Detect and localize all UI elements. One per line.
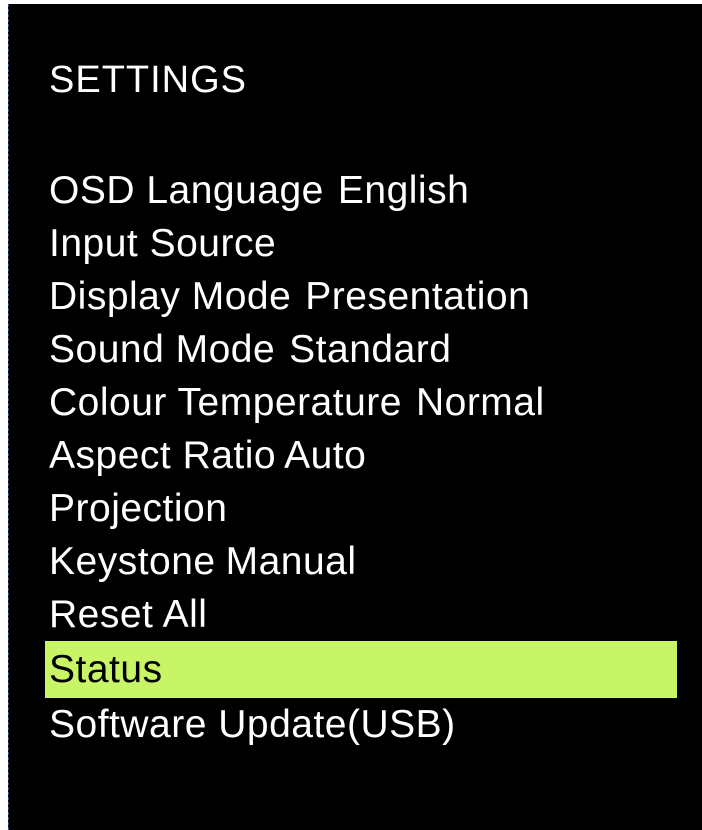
menu-item-status[interactable]: Status [45,641,677,698]
menu-item-label: Sound Mode [49,328,276,371]
menu-item-display-mode[interactable]: Display Mode Presentation [9,270,702,323]
menu-item-label: Display Mode [49,275,292,318]
menu-item-value: English [337,169,470,212]
menu-item-colour-temperature[interactable]: Colour Temperature Normal [9,376,702,429]
menu-item-label: Input Source [49,222,277,265]
menu-item-keystone[interactable]: Keystone Manual [9,535,702,588]
menu-item-aspect-ratio[interactable]: Aspect Ratio Auto [9,429,702,482]
menu-item-value: Auto [284,434,367,477]
menu-item-label: Keystone [49,540,216,583]
menu-item-value: Standard [289,328,452,371]
menu-item-label: Colour Temperature [49,381,402,424]
menu-item-label: Reset All [49,593,208,636]
menu-item-projection[interactable]: Projection [9,482,702,535]
settings-menu: OSD Language English Input Source Display… [9,164,702,751]
menu-item-software-update[interactable]: Software Update(USB) [9,698,702,751]
menu-item-label: OSD Language [49,169,324,212]
menu-item-value: Manual [225,540,357,583]
menu-title: SETTINGS [49,59,248,101]
menu-item-reset-all[interactable]: Reset All [9,588,702,641]
menu-item-value: Presentation [305,275,531,318]
menu-item-label: Status [49,648,163,691]
menu-item-label: Software Update(USB) [49,703,456,746]
menu-item-input-source[interactable]: Input Source [9,217,702,270]
menu-item-value: Normal [415,381,545,424]
osd-settings-panel: SETTINGS OSD Language English Input Sourc… [8,4,702,830]
menu-item-label: Aspect Ratio [49,434,277,477]
menu-item-sound-mode[interactable]: Sound Mode Standard [9,323,702,376]
menu-item-label: Projection [49,487,228,530]
menu-item-osd-language[interactable]: OSD Language English [9,164,702,217]
